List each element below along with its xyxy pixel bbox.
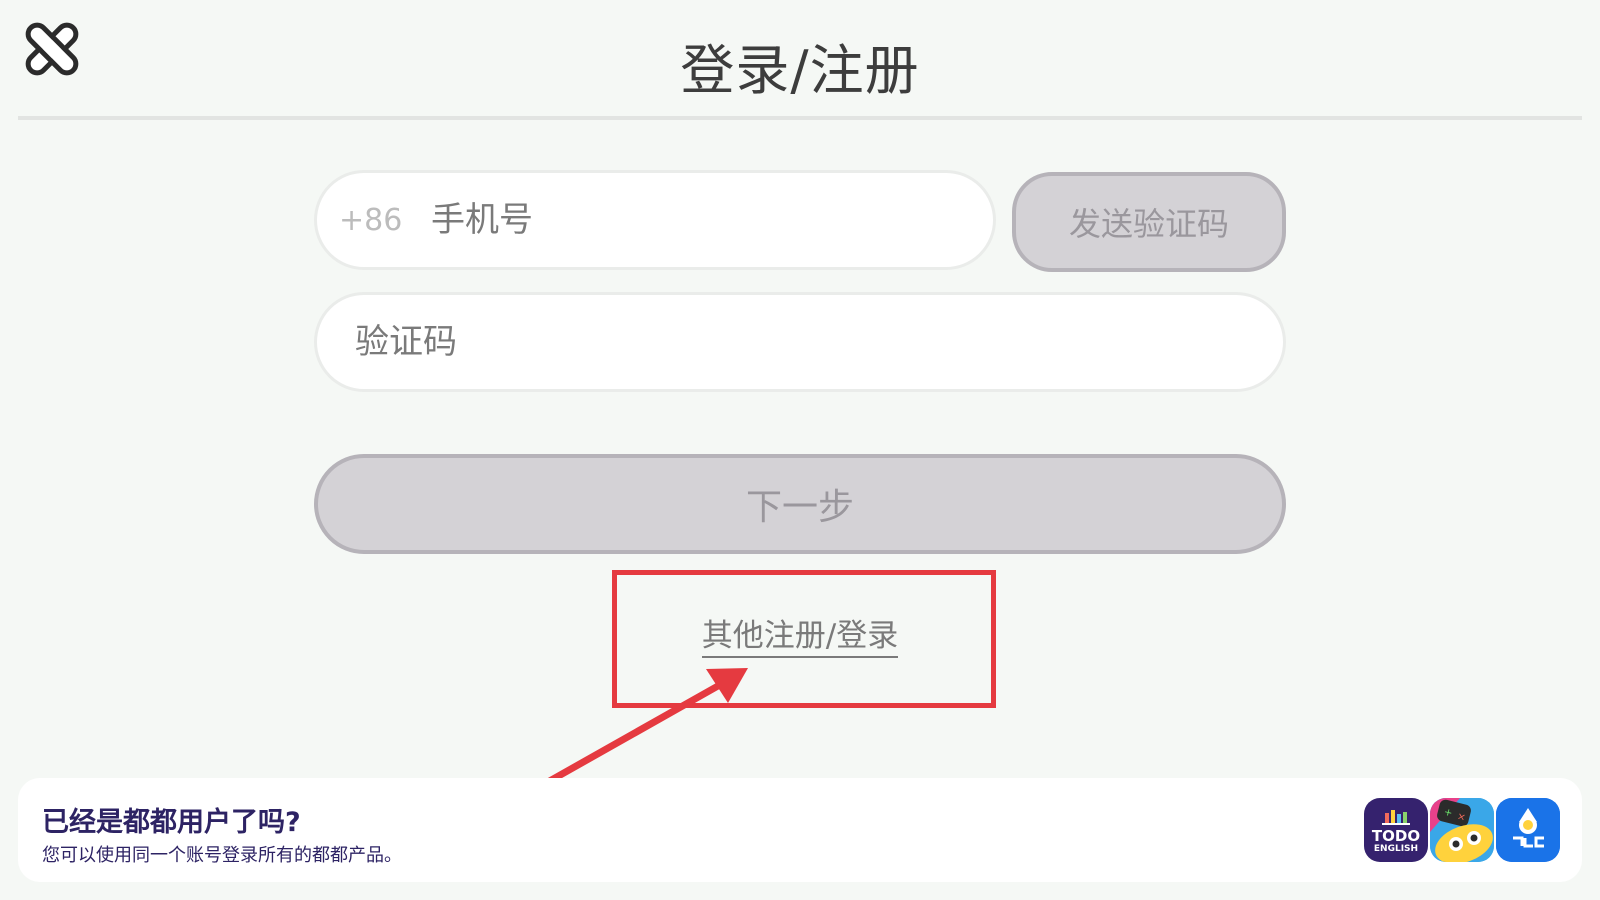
- send-code-button[interactable]: 发送验证码: [1012, 172, 1286, 272]
- annotation-arrow: [473, 668, 748, 826]
- phone-field[interactable]: +86: [314, 170, 996, 270]
- todo-english-label: TODO: [1371, 827, 1421, 845]
- country-code[interactable]: +86: [339, 203, 431, 238]
- promo-title: 已经是都都用户了吗?: [42, 807, 301, 838]
- promo-subtitle: 您可以使用同一个账号登录所有的都都产品。: [42, 845, 402, 866]
- page-title: 登录/注册: [680, 39, 920, 102]
- todo-english-sublabel: ENGLISH: [1373, 844, 1419, 854]
- annotation-highlight-box: [612, 570, 996, 708]
- todo-english-app-icon[interactable]: TODO ENGLISH: [1364, 798, 1428, 862]
- todo-hangul-app-icon[interactable]: [1496, 798, 1560, 862]
- promo-card: 已经是都都用户了吗? 您可以使用同一个账号登录所有的都都产品。 TODO ENG…: [18, 778, 1582, 882]
- verification-code-input[interactable]: [355, 322, 1235, 362]
- app-icons: TODO ENGLISH + ×: [1364, 798, 1560, 862]
- phone-input[interactable]: [431, 200, 931, 240]
- verification-code-field[interactable]: [314, 292, 1286, 392]
- next-step-button[interactable]: 下一步: [314, 454, 1286, 554]
- todo-math-app-icon[interactable]: + ×: [1430, 798, 1494, 862]
- header-divider: [18, 116, 1582, 120]
